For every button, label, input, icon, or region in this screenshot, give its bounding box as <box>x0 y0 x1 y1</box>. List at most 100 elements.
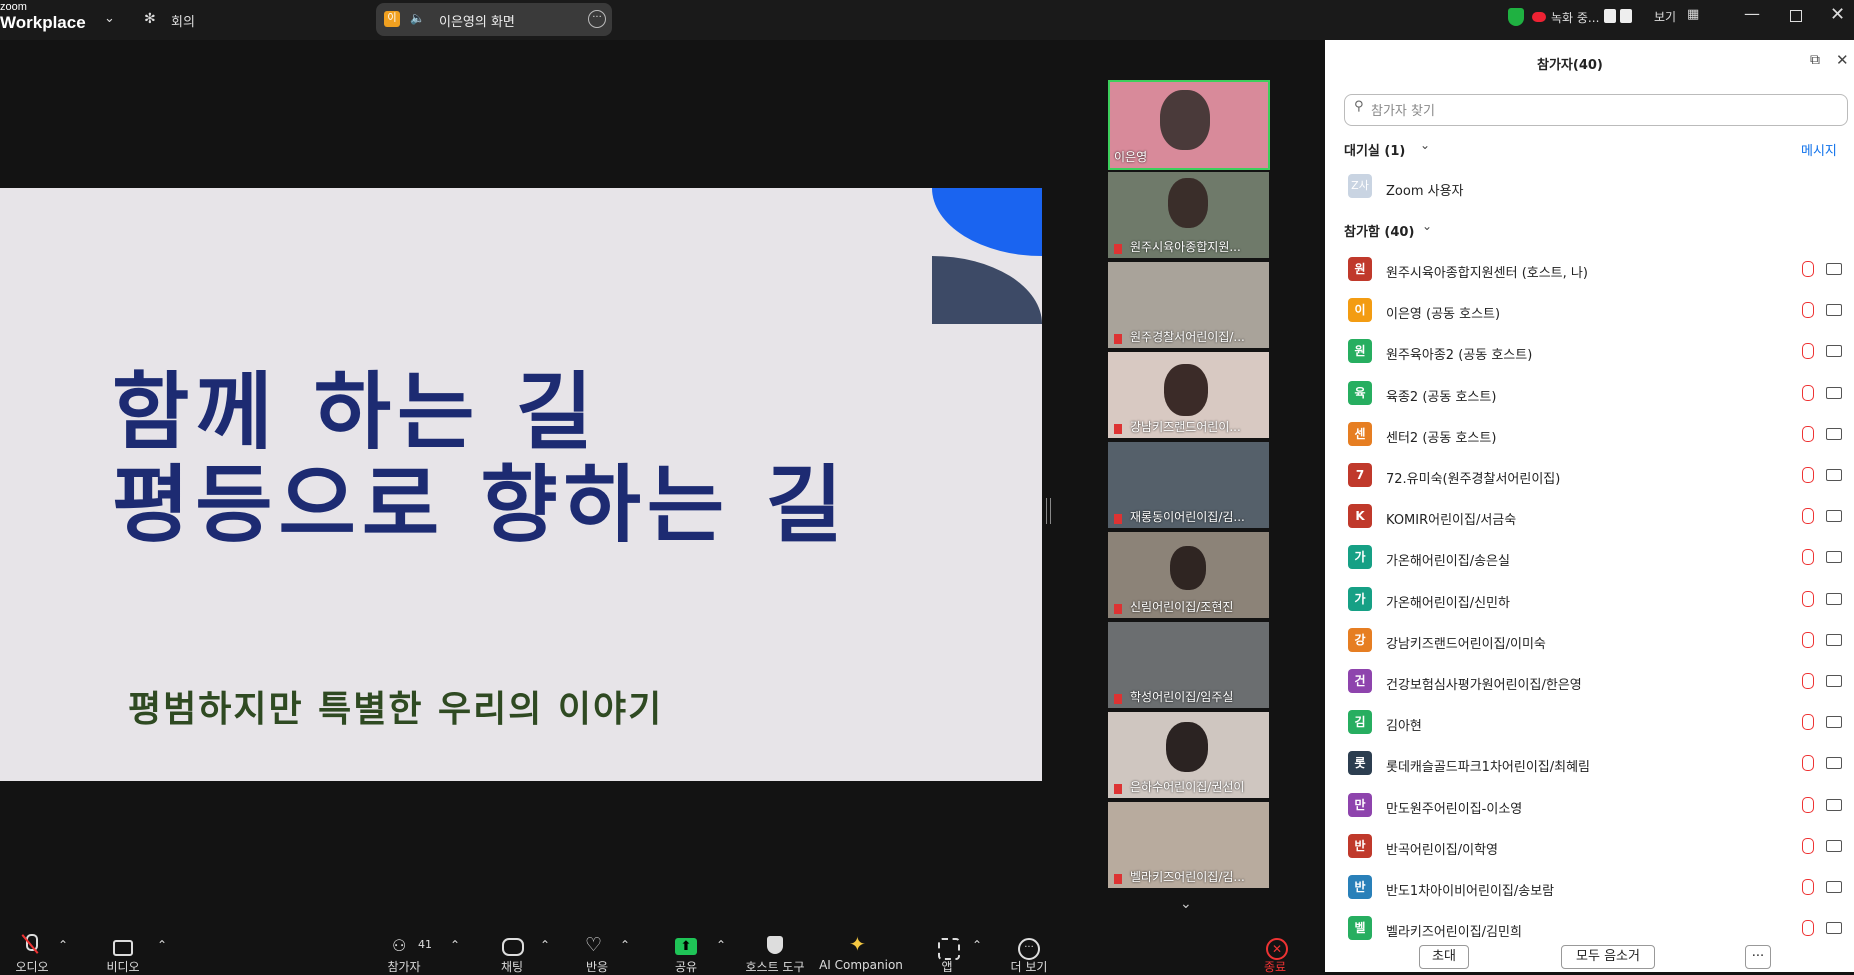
waiting-room-header[interactable]: 대기실 (1) <box>1344 140 1405 159</box>
video-camera-icon[interactable] <box>1826 840 1842 852</box>
mic-muted-icon[interactable] <box>20 934 40 954</box>
view-menu[interactable]: 보기 <box>1654 8 1676 25</box>
maximize-icon[interactable] <box>1790 10 1802 22</box>
mic-muted-icon[interactable] <box>1802 755 1814 771</box>
joined-header[interactable]: 참가함 (40) <box>1344 221 1414 240</box>
share-label[interactable]: 공유 <box>664 958 708 975</box>
mic-muted-icon[interactable] <box>1802 838 1814 854</box>
video-thumb[interactable]: 강남키즈랜드어린이... <box>1108 352 1269 438</box>
video-thumb[interactable]: 신림어린이집/조현진 <box>1108 532 1269 618</box>
mic-muted-icon[interactable] <box>1802 467 1814 483</box>
chevron-up-icon[interactable]: ⌃ <box>450 938 460 952</box>
grid-view-icon[interactable]: ▦ <box>1687 7 1699 22</box>
host-tools-label[interactable]: 호스트 도구 <box>738 958 812 975</box>
mic-muted-icon[interactable] <box>1802 591 1814 607</box>
panel-more-button[interactable]: ··· <box>1745 945 1771 969</box>
close-icon[interactable]: ✕ <box>1830 4 1845 25</box>
close-panel-icon[interactable]: ✕ <box>1836 51 1849 69</box>
meeting-tab[interactable]: 회의 <box>171 11 195 30</box>
video-camera-icon[interactable] <box>1826 881 1842 893</box>
thumb-name: 원주경찰서어린이집/... <box>1130 330 1245 344</box>
mic-muted-icon[interactable] <box>1802 920 1814 936</box>
video-camera-icon[interactable] <box>1826 922 1842 934</box>
mic-muted-icon[interactable] <box>1802 632 1814 648</box>
chevron-down-icon[interactable]: ⌄ <box>1422 219 1432 233</box>
popout-icon[interactable]: ⧉ <box>1810 52 1820 68</box>
chevron-up-icon[interactable]: ⌃ <box>540 938 550 952</box>
chevron-down-icon[interactable]: ⌄ <box>1420 138 1430 152</box>
video-camera-icon[interactable] <box>1826 799 1842 811</box>
shield-check-icon[interactable] <box>1508 8 1524 26</box>
mic-muted-icon[interactable] <box>1802 673 1814 689</box>
video-camera-icon[interactable] <box>1826 387 1842 399</box>
chat-icon[interactable] <box>502 938 524 956</box>
video-camera-icon[interactable] <box>1826 345 1842 357</box>
video-label[interactable]: 비디오 <box>101 958 145 975</box>
mic-muted-icon[interactable] <box>1802 714 1814 730</box>
chevron-up-icon[interactable]: ⌃ <box>157 938 167 952</box>
more-label[interactable]: 더 보기 <box>1005 958 1053 975</box>
participants-label[interactable]: 참가자 <box>378 958 430 975</box>
chevron-up-icon[interactable]: ⌃ <box>972 938 982 952</box>
audio-label[interactable]: 오디오 <box>10 958 54 975</box>
share-icon[interactable]: ⬆ <box>675 938 697 955</box>
waiting-user-name: Zoom 사용자 <box>1386 184 1464 199</box>
chevron-down-icon[interactable]: ⌄ <box>104 11 115 26</box>
video-camera-icon[interactable] <box>1826 551 1842 563</box>
mic-muted-icon[interactable] <box>1802 385 1814 401</box>
mic-muted-icon[interactable] <box>1802 508 1814 524</box>
mic-muted-icon[interactable] <box>1802 797 1814 813</box>
split-handle[interactable] <box>1046 498 1051 524</box>
apps-icon[interactable] <box>938 938 960 960</box>
sparkle-icon[interactable]: ✦ <box>849 932 866 956</box>
end-label[interactable]: 종료 <box>1255 958 1295 975</box>
more-options-icon[interactable]: ··· <box>588 10 606 28</box>
shield-icon[interactable] <box>767 936 783 954</box>
video-thumb[interactable]: 재롱동이어린이집/김... <box>1108 442 1269 528</box>
ai-companion-label[interactable]: AI Companion <box>818 958 904 972</box>
video-camera-icon[interactable] <box>1826 469 1842 481</box>
video-camera-icon[interactable] <box>1826 675 1842 687</box>
chevron-up-icon[interactable]: ⌃ <box>58 938 68 952</box>
mic-muted-icon[interactable] <box>1802 549 1814 565</box>
video-camera-icon[interactable] <box>113 940 133 956</box>
chevron-up-icon[interactable]: ⌃ <box>620 938 630 952</box>
chevron-down-icon[interactable]: ⌄ <box>1180 896 1192 912</box>
video-thumb[interactable]: 은하수어린이집/권선이 <box>1108 712 1269 798</box>
end-meeting-icon[interactable]: ✕ <box>1266 938 1288 960</box>
video-camera-icon[interactable] <box>1826 510 1842 522</box>
minimize-icon[interactable]: — <box>1744 4 1760 23</box>
video-camera-icon[interactable] <box>1826 304 1842 316</box>
video-thumb[interactable]: 벨라키즈어린이집/김... <box>1108 802 1269 888</box>
pause-recording-icon[interactable] <box>1604 9 1616 23</box>
video-camera-icon[interactable] <box>1826 634 1842 646</box>
more-icon[interactable]: ··· <box>1018 938 1040 960</box>
participants-icon[interactable]: ⚇ <box>392 936 406 955</box>
mic-muted-icon[interactable] <box>1802 879 1814 895</box>
video-camera-icon[interactable] <box>1826 428 1842 440</box>
mic-muted-icon[interactable] <box>1802 343 1814 359</box>
video-camera-icon[interactable] <box>1826 716 1842 728</box>
mic-muted-icon[interactable] <box>1802 261 1814 277</box>
chat-label[interactable]: 채팅 <box>490 958 534 975</box>
participant-name: 72.유미숙(원주경찰서어린이집) <box>1386 472 1561 487</box>
mic-muted-icon[interactable] <box>1802 302 1814 318</box>
heart-icon[interactable]: ♡ <box>585 934 602 956</box>
mute-all-button[interactable]: 모두 음소거 <box>1561 945 1655 969</box>
stop-recording-icon[interactable] <box>1620 9 1632 23</box>
react-label[interactable]: 반응 <box>575 958 619 975</box>
apps-label[interactable]: 앱 <box>925 958 969 975</box>
mic-muted-icon[interactable] <box>1802 426 1814 442</box>
chevron-up-icon[interactable]: ⌃ <box>716 938 726 952</box>
video-thumb[interactable]: 학성어린이집/임주실 <box>1108 622 1269 708</box>
video-camera-icon[interactable] <box>1826 263 1842 275</box>
video-thumb[interactable]: 이은영 <box>1108 80 1270 170</box>
message-link[interactable]: 메시지 <box>1801 140 1837 159</box>
thumb-name: 신림어린이집/조현진 <box>1130 600 1234 614</box>
video-thumb[interactable]: 원주경찰서어린이집/... <box>1108 262 1269 348</box>
video-thumb[interactable]: 원주시육아종합지원... <box>1108 172 1269 258</box>
video-camera-icon[interactable] <box>1826 757 1842 769</box>
screen-share-pill[interactable]: 이 🔈 이은영의 화면 ··· <box>376 3 612 36</box>
invite-button[interactable]: 초대 <box>1419 945 1469 969</box>
video-camera-icon[interactable] <box>1826 593 1842 605</box>
